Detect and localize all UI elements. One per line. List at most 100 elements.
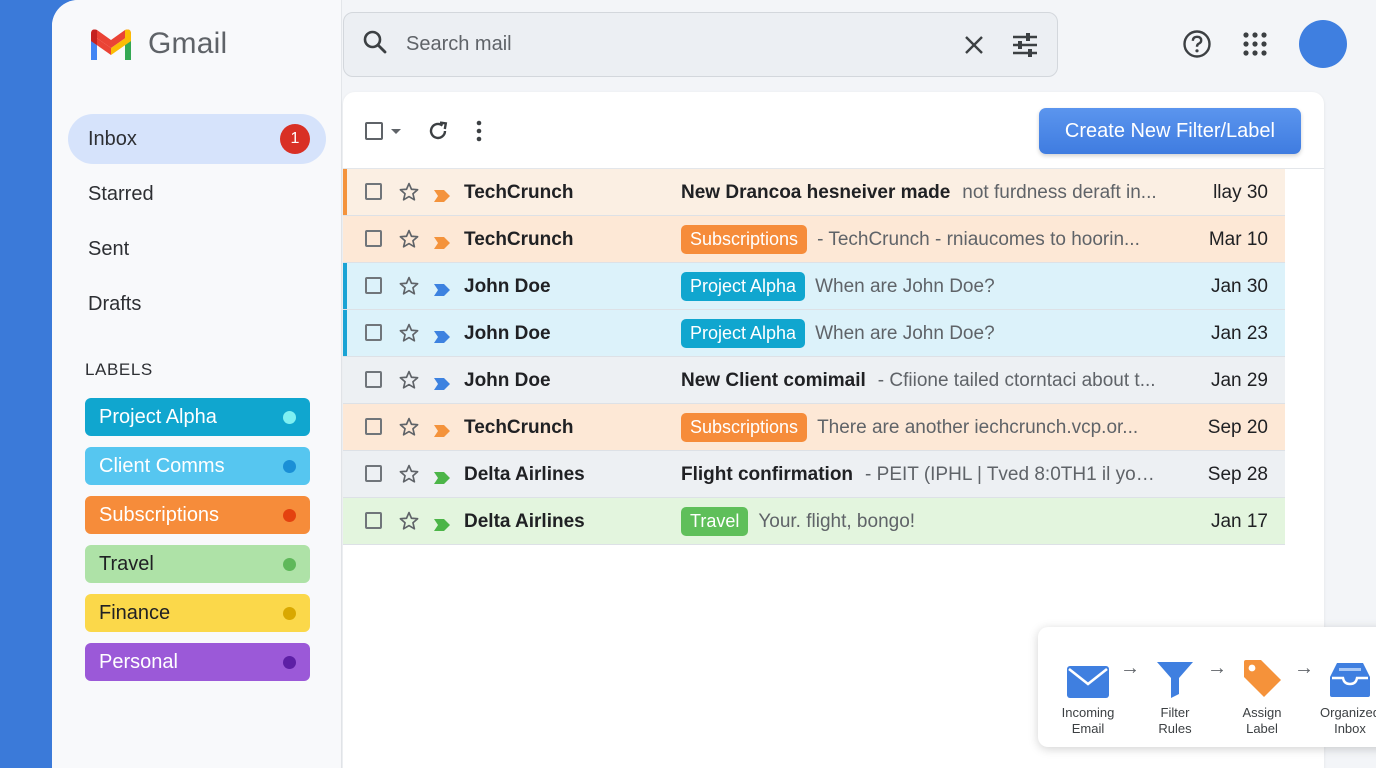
email-subject: Flight confirmation [681, 463, 854, 485]
label-name: Subscriptions [99, 503, 220, 526]
star-icon[interactable] [398, 275, 420, 303]
email-snippet: When are John Doe? [815, 322, 995, 344]
clear-search-icon[interactable] [963, 34, 985, 56]
search-icon[interactable] [362, 29, 388, 60]
email-label-tag[interactable]: Subscriptions [681, 413, 808, 442]
label-finance[interactable]: Finance [85, 594, 310, 632]
email-sender: Delta Airlines [464, 511, 585, 532]
star-icon[interactable] [398, 322, 420, 350]
label-color-dot [283, 606, 296, 620]
label-subscriptions[interactable]: Subscriptions [85, 496, 310, 534]
flow-step-label: Assign [1242, 705, 1282, 720]
email-label-tag[interactable]: Travel [681, 507, 749, 536]
importance-marker-icon[interactable] [434, 233, 450, 255]
star-icon[interactable] [398, 463, 420, 491]
email-row[interactable]: Delta Airlines Flight confirmation - PEIT… [343, 451, 1285, 498]
label-personal[interactable]: Personal [85, 643, 310, 681]
label-client-comms[interactable]: Client Comms [85, 447, 310, 485]
email-row[interactable]: TechCrunch New Drancoa hesneiver made not… [343, 169, 1285, 216]
avatar[interactable] [1299, 20, 1347, 68]
email-row[interactable]: Delta Airlines Travel Your. flight, bongo!… [343, 498, 1285, 545]
email-row[interactable]: John Doe Project Alpha When are John Doe? J… [343, 263, 1285, 310]
flow-arrow-icon: → [1207, 657, 1227, 679]
flow-arrow-icon: → [1294, 657, 1314, 679]
importance-marker-icon[interactable] [434, 421, 450, 443]
row-checkbox[interactable] [365, 371, 382, 388]
email-preview: Project Alpha When are John Doe? [681, 310, 1161, 357]
flow-step-label: Email [1071, 721, 1105, 736]
email-row[interactable]: TechCrunch Subscriptions - TechCrunch - rn… [343, 216, 1285, 263]
select-all-checkbox[interactable] [365, 122, 383, 140]
mail-toolbar: Create New Filter/Label [343, 92, 1324, 169]
email-snippet: - Cfiione tailed ctorntaci about t... [877, 369, 1156, 391]
more-options-icon[interactable] [475, 120, 483, 142]
email-label-tag[interactable]: Subscriptions [681, 225, 808, 254]
nav-item-sent[interactable]: Sent [68, 224, 326, 274]
select-dropdown-icon[interactable] [391, 128, 401, 134]
importance-marker-icon[interactable] [434, 374, 450, 396]
email-sender: John Doe [464, 323, 551, 344]
label-project-alpha[interactable]: Project Alpha [85, 398, 310, 436]
label-name: Travel [99, 552, 154, 575]
label-color-dot [283, 557, 296, 571]
email-row[interactable]: John Doe Project Alpha When are John Doe? J… [343, 310, 1285, 357]
email-subject: New Client comimail [681, 369, 866, 391]
gmail-window: Gmail Inbox 1 Starred Sent Drafts LABELS… [52, 0, 1376, 768]
star-icon[interactable] [398, 181, 420, 209]
star-icon[interactable] [398, 228, 420, 256]
flow-step: Assign Label [1217, 627, 1307, 737]
row-accent-bar [343, 310, 347, 356]
apps-grid-icon[interactable] [1239, 28, 1271, 60]
nav-item-inbox[interactable]: Inbox 1 [68, 114, 326, 164]
nav-item-starred[interactable]: Starred [68, 169, 326, 219]
search-options-icon[interactable] [1011, 32, 1039, 58]
importance-marker-icon[interactable] [434, 515, 450, 537]
unread-badge: 1 [280, 124, 310, 154]
email-label-tag[interactable]: Project Alpha [681, 272, 806, 301]
refresh-icon[interactable] [427, 120, 449, 142]
flow-step: Filter Rules [1130, 627, 1220, 737]
email-row[interactable]: John Doe New Client comimail - Cfiione ta… [343, 357, 1285, 404]
email-preview: Project Alpha When are John Doe? [681, 263, 1161, 310]
email-preview: Travel Your. flight, bongo! [681, 498, 1161, 545]
nav-item-label: Drafts [88, 292, 142, 315]
email-label-tag[interactable]: Project Alpha [681, 319, 806, 348]
star-icon[interactable] [398, 416, 420, 444]
star-icon[interactable] [398, 369, 420, 397]
row-checkbox[interactable] [365, 418, 382, 435]
brand[interactable]: Gmail [88, 26, 227, 62]
flow-step-label: Incoming [1061, 705, 1115, 720]
nav-item-label: Sent [88, 237, 130, 260]
row-checkbox[interactable] [365, 230, 382, 247]
importance-marker-icon[interactable] [434, 280, 450, 302]
label-travel[interactable]: Travel [85, 545, 310, 583]
nav-item-drafts[interactable]: Drafts [68, 279, 326, 329]
email-preview: Subscriptions - TechCrunch - rniaucomes t… [681, 216, 1161, 263]
row-checkbox[interactable] [365, 465, 382, 482]
label-name: Client Comms [99, 454, 225, 477]
nav-list: Inbox 1 Starred Sent Drafts [68, 114, 326, 334]
star-icon[interactable] [398, 510, 420, 538]
nav-item-label: Inbox [88, 127, 137, 150]
flow-step-label: Filter [1160, 705, 1190, 720]
email-date: Mar 10 [1208, 229, 1268, 250]
help-icon[interactable] [1181, 28, 1213, 60]
create-filter-label-button[interactable]: Create New Filter/Label [1038, 108, 1301, 154]
importance-marker-icon[interactable] [434, 186, 450, 208]
label-list: Project Alpha Client Comms Subscriptions Tr… [85, 398, 310, 692]
email-date: llay 30 [1213, 182, 1268, 203]
account-controls [1181, 20, 1347, 68]
flow-arrow-icon: → [1120, 657, 1140, 679]
row-checkbox[interactable] [365, 324, 382, 341]
search-bar[interactable]: Search mail [343, 12, 1058, 77]
search-input[interactable]: Search mail [406, 33, 937, 56]
filter-flow-card: Incoming Email Filter Rules Assign Label Organ… [1038, 627, 1376, 747]
email-row[interactable]: TechCrunch Subscriptions There are another… [343, 404, 1285, 451]
row-checkbox[interactable] [365, 512, 382, 529]
email-snippet: When are John Doe? [815, 275, 995, 297]
row-checkbox[interactable] [365, 277, 382, 294]
row-checkbox[interactable] [365, 183, 382, 200]
importance-marker-icon[interactable] [434, 468, 450, 490]
importance-marker-icon[interactable] [434, 327, 450, 349]
label-color-dot [283, 508, 296, 522]
